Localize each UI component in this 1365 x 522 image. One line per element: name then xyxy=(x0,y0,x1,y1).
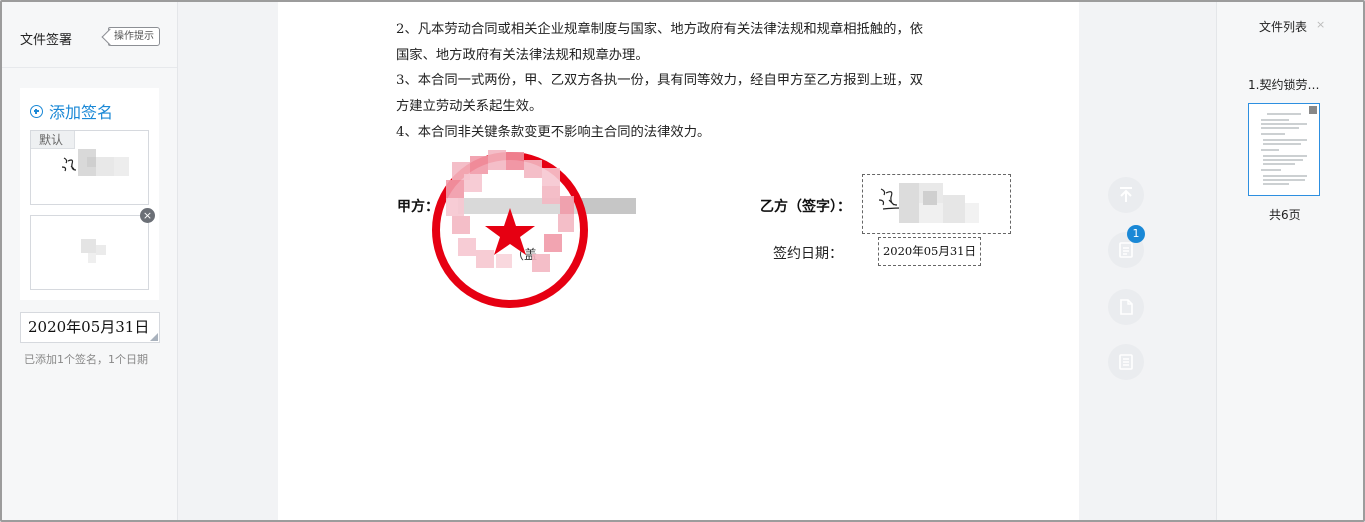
date-stamp-field[interactable]: 2020年05月31日 xyxy=(20,312,160,343)
signature-count-badge: 1 xyxy=(1127,225,1145,243)
signature-image xyxy=(878,183,979,223)
plus-circle-icon xyxy=(30,104,43,118)
page-count: 共6页 xyxy=(1269,208,1301,222)
list-button[interactable] xyxy=(1108,344,1144,380)
document-page: 2、凡本劳动合同或相关企业规章制度与国家、地方政府有关法律法规和规章相抵触的，依… xyxy=(278,0,1079,522)
signing-panel-title: 文件签署 xyxy=(20,33,73,48)
paragraph-4: 4、本合同非关键条款变更不影响主合同的法律效力。 xyxy=(396,125,711,140)
signature-list: 添加签名 默认 × xyxy=(20,88,159,300)
document-button[interactable] xyxy=(1108,289,1144,325)
back-to-top-button[interactable] xyxy=(1108,177,1144,213)
file-list-panel: 文件列表 × 1.契约锁劳… 共6页 xyxy=(1216,2,1363,520)
company-seal[interactable] xyxy=(432,150,590,310)
party-b-label: 乙方（签字）： xyxy=(760,199,851,215)
paragraph-2-cont: 国家、地方政府有关法律法规和规章办理。 xyxy=(396,48,649,63)
file-list-title: 文件列表 xyxy=(1259,20,1308,34)
add-signature-label: 添加签名 xyxy=(49,103,114,122)
file-name[interactable]: 1.契约锁劳… xyxy=(1248,76,1319,93)
signing-panel: 文件签署 操作提示 添加签名 默认 × 2020年05月31日 已添加1个签名，… xyxy=(2,2,178,520)
signing-panel-header: 文件签署 操作提示 xyxy=(2,2,177,68)
sign-date-label: 签约日期： xyxy=(773,246,843,262)
party-b-signature-field[interactable] xyxy=(862,174,1011,234)
signature-card-2[interactable]: × xyxy=(30,208,155,290)
back-to-top-icon xyxy=(1120,187,1132,202)
signature-list-icon xyxy=(1119,242,1133,258)
document-icon xyxy=(1120,299,1133,315)
paragraph-3-cont: 方建立劳动关系起生效。 xyxy=(396,99,543,114)
added-summary: 已添加1个签名，1个日期 xyxy=(24,353,148,366)
close-file-list-icon[interactable]: × xyxy=(1316,18,1325,31)
sign-date-field[interactable]: 2020年05月31日 xyxy=(878,237,981,266)
thumbnail-preview xyxy=(1261,106,1317,185)
page-thumbnail[interactable] xyxy=(1248,103,1320,196)
operation-tips-button[interactable]: 操作提示 xyxy=(108,27,160,46)
list-icon xyxy=(1119,354,1133,370)
paragraph-2: 2、凡本劳动合同或相关企业规章制度与国家、地方政府有关法律法规和规章相抵触的，依 xyxy=(396,22,924,37)
paragraph-3: 3、本合同一式两份，甲、乙双方各执一份，具有同等效力，经自甲方至乙方报到上班，双 xyxy=(396,73,924,88)
add-signature-button[interactable]: 添加签名 xyxy=(30,99,113,123)
signature-image xyxy=(81,239,106,263)
signature-card-default[interactable]: 默认 xyxy=(30,130,149,205)
signature-image xyxy=(61,149,129,176)
